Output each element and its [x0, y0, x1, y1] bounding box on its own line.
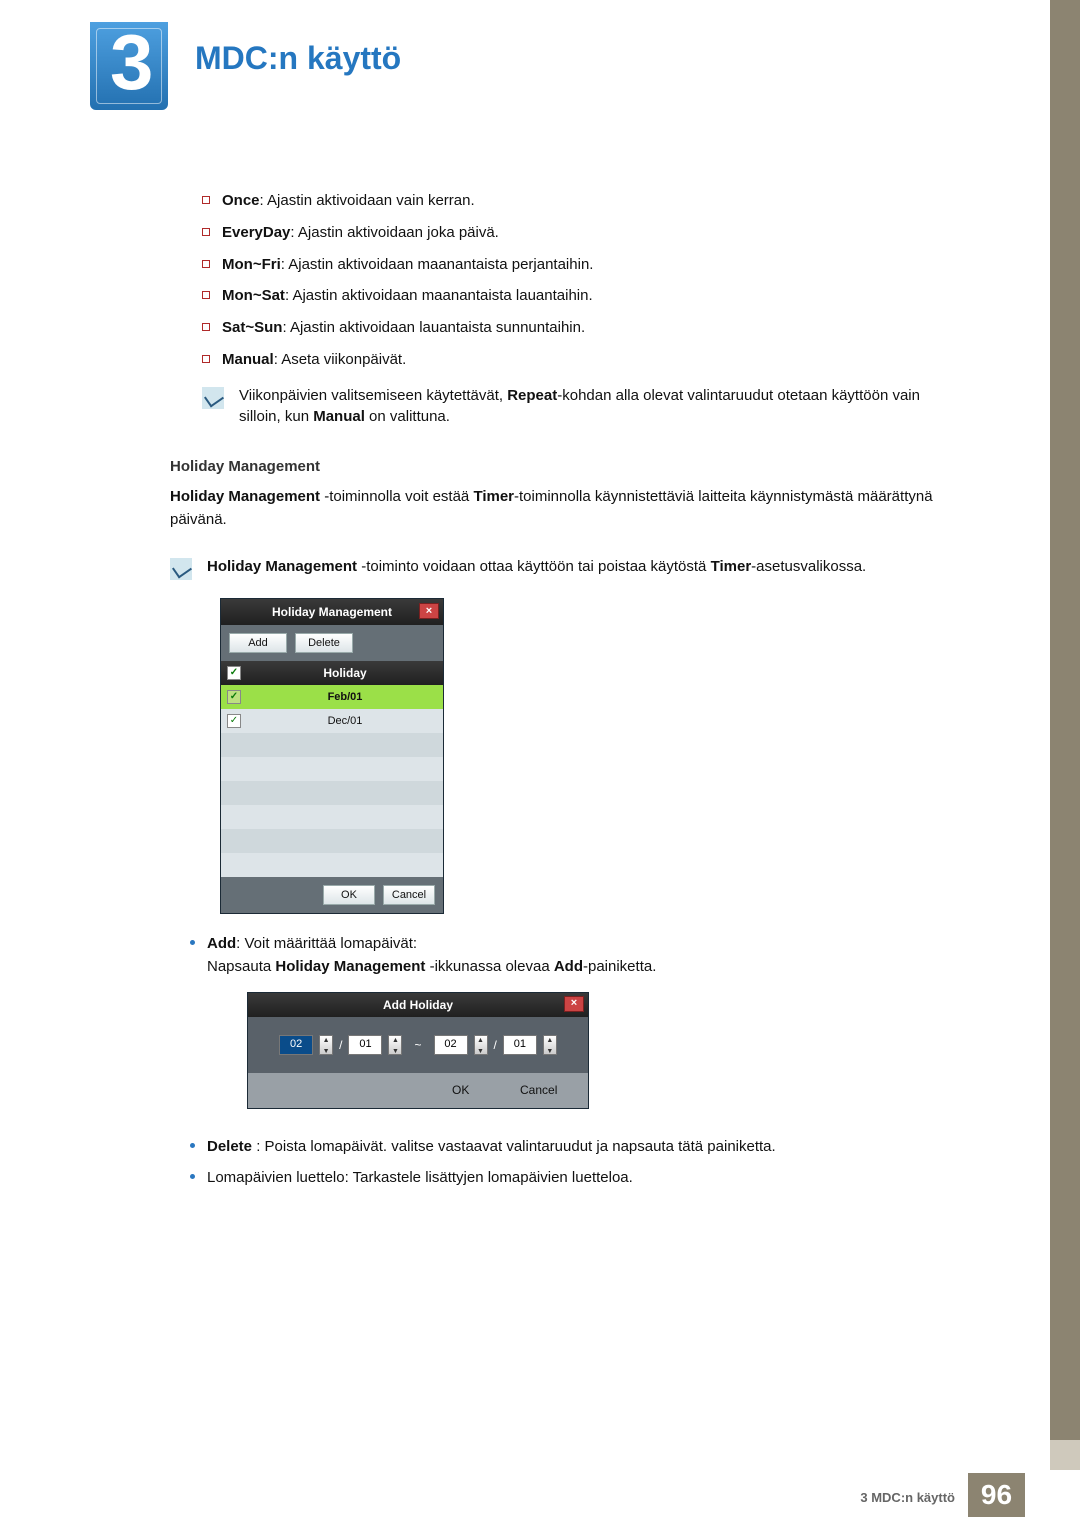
- header-checkbox[interactable]: ✓: [227, 666, 241, 680]
- dialog-toolbar: Add Delete: [221, 625, 443, 661]
- dot-bullet-icon: [190, 1174, 195, 1179]
- spin-buttons[interactable]: ▲▼: [388, 1035, 402, 1055]
- note-repeat-manual: Viikonpäivien valitsemiseen käytettävät,…: [202, 385, 960, 429]
- cancel-button[interactable]: Cancel: [520, 1081, 580, 1100]
- section-heading: Holiday Management: [170, 458, 960, 475]
- square-bullet-icon: [202, 196, 210, 204]
- close-button[interactable]: ×: [419, 603, 439, 619]
- delete-button[interactable]: Delete: [295, 633, 353, 653]
- ok-button[interactable]: OK: [452, 1081, 512, 1100]
- range-separator: ~: [414, 1036, 421, 1055]
- note-icon: [170, 558, 192, 580]
- option-monsat: Mon~Sat: Ajastin aktivoidaan maanantaist…: [202, 285, 960, 307]
- day-start-input[interactable]: 01: [348, 1035, 382, 1055]
- side-strip: [1050, 0, 1080, 1440]
- note-icon: [202, 387, 224, 409]
- add-holiday-body: 02 ▲▼ / 01 ▲▼ ~ 02 ▲▼ / 01 ▲▼: [248, 1017, 588, 1073]
- square-bullet-icon: [202, 260, 210, 268]
- row-checkbox[interactable]: ✓: [227, 690, 241, 704]
- bullet-list-item: Lomapäivien luettelo: Tarkastele lisätty…: [190, 1166, 960, 1189]
- square-bullet-icon: [202, 323, 210, 331]
- dialog-footer: OK Cancel: [221, 877, 443, 913]
- dialog-footer: OK Cancel: [248, 1073, 588, 1108]
- holiday-date: Feb/01: [247, 691, 443, 703]
- option-manual: Manual: Aseta viikonpäivät.: [202, 349, 960, 371]
- chapter-number: 3: [110, 17, 153, 108]
- empty-row: [221, 757, 443, 781]
- holiday-row[interactable]: ✓ Dec/01: [221, 709, 443, 733]
- ok-button[interactable]: OK: [323, 885, 375, 905]
- holiday-list-header: ✓ Holiday: [221, 661, 443, 685]
- square-bullet-icon: [202, 228, 210, 236]
- footer-label: 3 MDC:n käyttö: [860, 1490, 955, 1505]
- note-holiday-timer: Holiday Management -toiminto voidaan ott…: [170, 556, 960, 580]
- bullet-delete: Delete : Poista lomapäivät. valitse vast…: [190, 1135, 960, 1158]
- month-end-input[interactable]: 02: [434, 1035, 468, 1055]
- spin-buttons[interactable]: ▲▼: [319, 1035, 333, 1055]
- bullet-add: Add: Voit määrittää lomapäivät: Napsauta…: [190, 932, 960, 1127]
- holiday-row[interactable]: ✓ Feb/01: [221, 685, 443, 709]
- square-bullet-icon: [202, 355, 210, 363]
- holiday-management-dialog: Holiday Management × Add Delete ✓ Holida…: [220, 598, 444, 914]
- dialog-titlebar: Add Holiday ×: [248, 993, 588, 1017]
- spin-buttons[interactable]: ▲▼: [474, 1035, 488, 1055]
- chapter-title: MDC:n käyttö: [195, 40, 401, 77]
- bullet-list: Add: Voit määrittää lomapäivät: Napsauta…: [190, 932, 960, 1190]
- dialog-titlebar: Holiday Management ×: [221, 599, 443, 625]
- close-button[interactable]: ×: [564, 996, 584, 1012]
- month-start-input[interactable]: 02: [279, 1035, 313, 1055]
- dialog-title: Holiday Management: [272, 605, 392, 619]
- empty-row: [221, 853, 443, 877]
- empty-row: [221, 733, 443, 757]
- dot-bullet-icon: [190, 940, 195, 945]
- option-list: Once: Ajastin aktivoidaan vain kerran. E…: [202, 190, 960, 371]
- empty-row: [221, 781, 443, 805]
- option-once: Once: Ajastin aktivoidaan vain kerran.: [202, 190, 960, 212]
- option-monfri: Mon~Fri: Ajastin aktivoidaan maanantaist…: [202, 254, 960, 276]
- page-number: 96: [968, 1473, 1025, 1517]
- day-end-input[interactable]: 01: [503, 1035, 537, 1055]
- side-strip-bottom: [1050, 1440, 1080, 1470]
- content: Once: Ajastin aktivoidaan vain kerran. E…: [170, 190, 960, 1197]
- empty-row: [221, 829, 443, 853]
- dot-bullet-icon: [190, 1143, 195, 1148]
- section-paragraph: Holiday Management -toiminnolla voit est…: [170, 485, 960, 532]
- slash: /: [494, 1036, 497, 1055]
- spin-buttons[interactable]: ▲▼: [543, 1035, 557, 1055]
- option-satsun: Sat~Sun: Ajastin aktivoidaan lauantaista…: [202, 317, 960, 339]
- add-button[interactable]: Add: [229, 633, 287, 653]
- option-everyday: EveryDay: Ajastin aktivoidaan joka päivä…: [202, 222, 960, 244]
- add-holiday-dialog: Add Holiday × 02 ▲▼ / 01 ▲▼ ~ 02 ▲▼: [247, 992, 589, 1109]
- cancel-button[interactable]: Cancel: [383, 885, 435, 905]
- chapter-badge-square: 3: [90, 22, 168, 110]
- row-checkbox[interactable]: ✓: [227, 714, 241, 728]
- page: 3 MDC:n käyttö Once: Ajastin aktivoidaan…: [0, 0, 1080, 1527]
- chapter-badge: 3: [90, 22, 168, 110]
- holiday-date: Dec/01: [247, 715, 443, 727]
- square-bullet-icon: [202, 291, 210, 299]
- page-footer: 3 MDC:n käyttö 96: [0, 1470, 1080, 1527]
- dialog-title: Add Holiday: [383, 996, 453, 1015]
- empty-row: [221, 805, 443, 829]
- holiday-column-label: Holiday: [247, 666, 443, 680]
- slash: /: [339, 1036, 342, 1055]
